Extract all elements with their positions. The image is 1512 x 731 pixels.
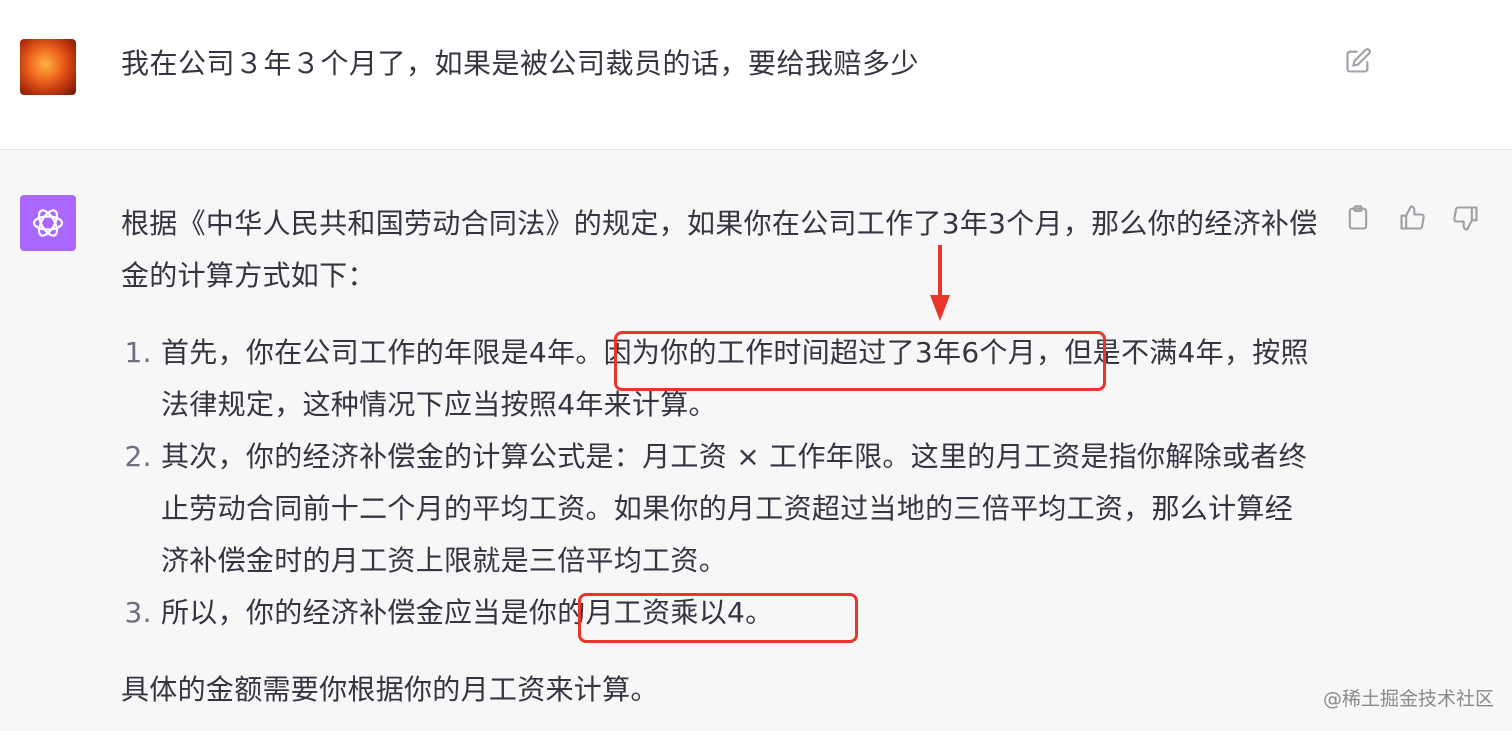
answer-intro: 根据《中华人民共和国劳动合同法》的规定，如果你在公司工作了3年3个月，那么你的经… (121, 207, 1318, 292)
edit-icon[interactable] (1344, 47, 1372, 75)
thumbs-down-icon[interactable] (1452, 204, 1480, 232)
user-avatar (20, 39, 76, 95)
user-message-row: 我在公司３年３个月了，如果是被公司裁员的话，要给我赔多少 (0, 0, 1512, 150)
user-message-text: 我在公司３年３个月了，如果是被公司裁员的话，要给我赔多少 (121, 47, 920, 80)
thumbs-up-icon[interactable] (1398, 204, 1426, 232)
message-actions (1344, 204, 1480, 232)
answer-closing: 具体的金额需要你根据你的月工资来计算。 (121, 673, 659, 706)
openai-logo-icon (20, 195, 76, 251)
annotation-highlight-box (614, 331, 1106, 391)
list-item: 其次，你的经济补偿金的计算公式是：月工资 × 工作年限。这里的月工资是指你解除或… (161, 431, 1321, 587)
clipboard-icon[interactable] (1344, 204, 1372, 232)
annotation-arrow (930, 245, 950, 321)
annotation-highlight-box (578, 593, 858, 643)
watermark: @稀土掘金技术社区 (1322, 688, 1494, 710)
assistant-message-row: 根据《中华人民共和国劳动合同法》的规定，如果你在公司工作了3年3个月，那么你的经… (0, 150, 1512, 731)
